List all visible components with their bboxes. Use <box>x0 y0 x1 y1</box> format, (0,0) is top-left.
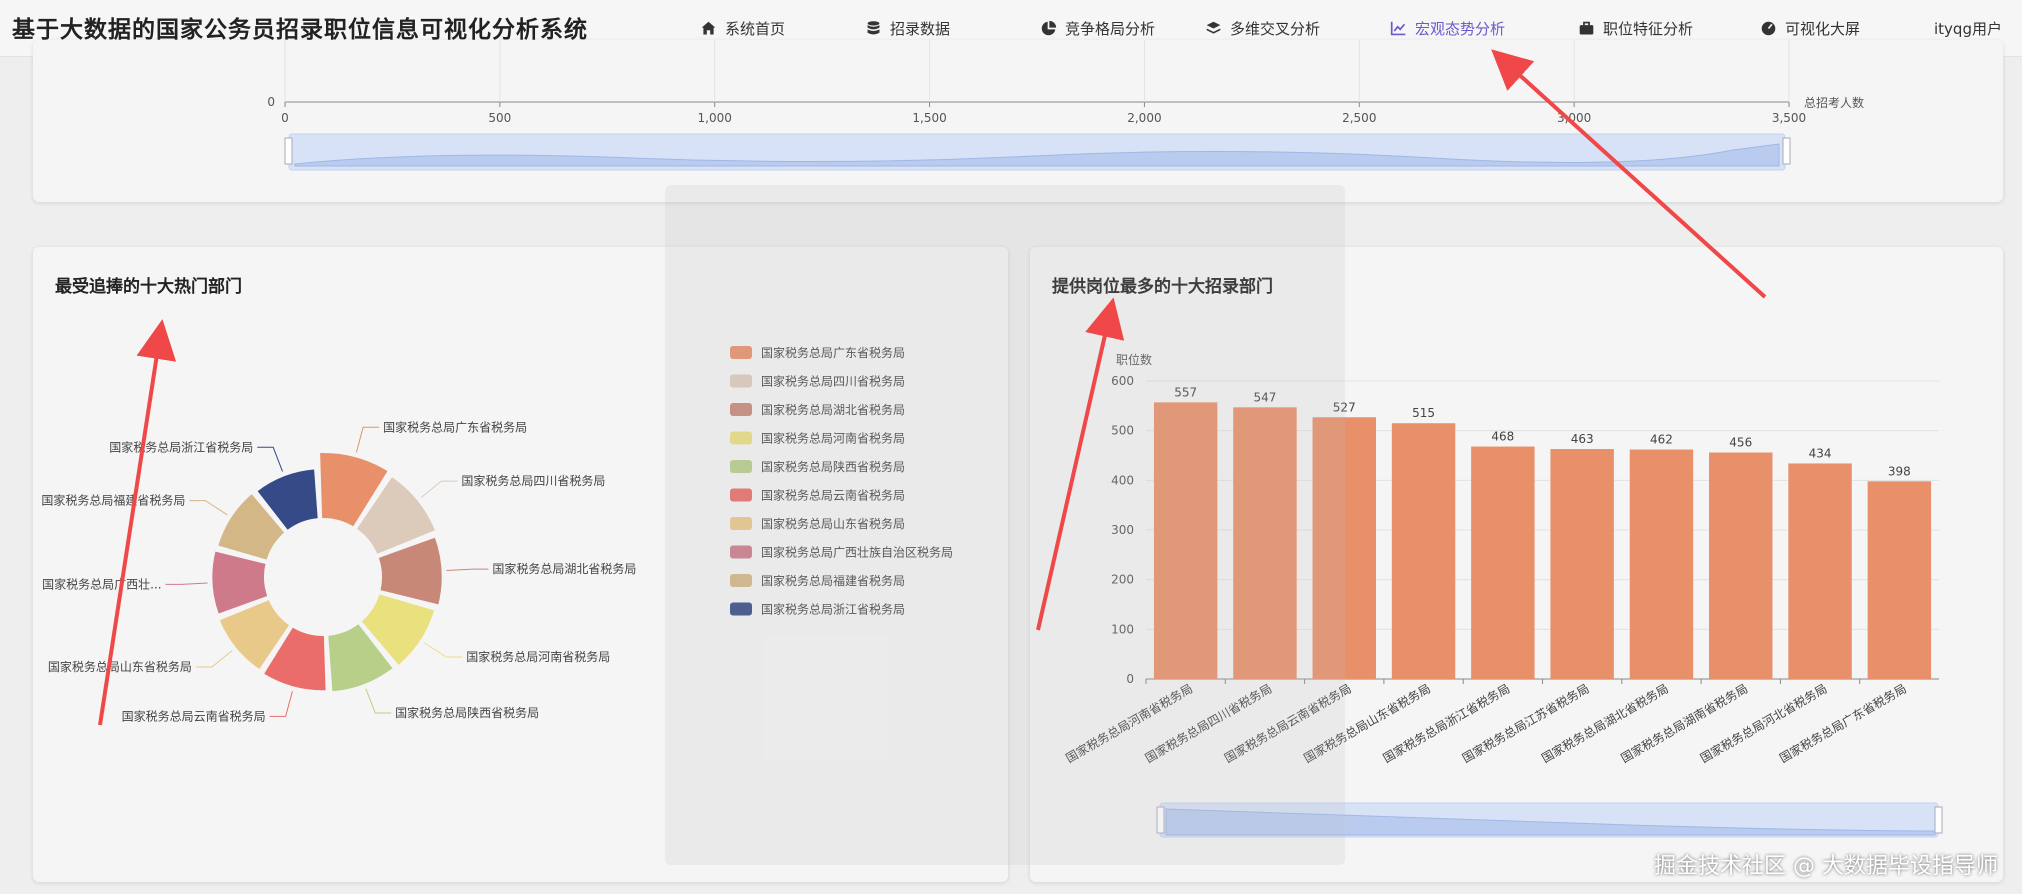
bar[interactable] <box>1550 449 1614 679</box>
watermark-text: 掘金技术社区 @ 大数据毕设指导师 <box>1654 854 1998 879</box>
bar[interactable] <box>1709 452 1773 679</box>
pie-slice-label: 国家税务总局广西壮... <box>42 576 161 591</box>
pie-slice-label: 国家税务总局福建省税务局 <box>41 493 185 508</box>
x-tick-label: 3,500 <box>1772 111 1806 125</box>
x-tick-label: 国家税务总局江苏省税务局 <box>1459 681 1591 766</box>
datazoom-handle-left[interactable] <box>284 137 293 165</box>
pie-slice-label: 国家税务总局陕西省税务局 <box>395 705 539 720</box>
x-tick-label: 0 <box>281 111 289 125</box>
pie-label-line <box>420 480 458 498</box>
top-chart-panel: 0 0 500 1,000 1,500 2,000 2,500 3,000 3,500 总招考人数 <box>33 40 2003 202</box>
pie-slice-label: 国家税务总局广东省税务局 <box>383 419 527 434</box>
bar-data-label: 456 <box>1729 436 1752 450</box>
pie-label-line <box>189 500 228 516</box>
line-chart-icon <box>1390 21 1406 35</box>
datazoom-slider[interactable] <box>284 133 1791 171</box>
bar-data-label: 468 <box>1491 430 1514 444</box>
bar[interactable] <box>1471 446 1535 679</box>
bar-data-label: 515 <box>1412 406 1435 420</box>
app-title: 基于大数据的国家公务员招录职位信息可视化分析系统 <box>12 16 588 43</box>
pie-label-line <box>269 691 293 717</box>
bar-data-label: 463 <box>1571 432 1594 446</box>
bar-data-label: 462 <box>1650 433 1673 447</box>
bar[interactable] <box>1391 423 1456 679</box>
background-overlay <box>665 185 1345 865</box>
home-icon <box>701 21 716 34</box>
nav-item-label: 职位特征分析 <box>1603 19 1694 38</box>
pie-chart-icon <box>1041 20 1057 35</box>
pie-label-line <box>365 688 392 714</box>
nav-item-label: 可视化大屏 <box>1785 19 1861 38</box>
briefcase-icon <box>1579 21 1594 34</box>
pie-label-line <box>446 568 489 572</box>
x-tick-label: 2,000 <box>1127 111 1161 125</box>
dashboard-icon <box>1761 21 1776 35</box>
nav-item-label: 招录数据 <box>890 19 951 38</box>
pie-label-line <box>165 582 208 585</box>
x-tick-label: 国家税务总局湖北省税务局 <box>1539 681 1671 766</box>
datazoom-handle-right[interactable] <box>1934 806 1943 834</box>
x-tick-label: 1,000 <box>698 111 732 125</box>
top-line-chart: 00 500 1,000 1,500 2,000 2,500 3,000 3,500总招考人数 <box>267 40 1864 171</box>
x-tick-label: 国家税务总局广东省税务局 <box>1777 681 1909 766</box>
nav-item-label: 多维交叉分析 <box>1230 19 1321 38</box>
pie-slice-label: 国家税务总局浙江省税务局 <box>109 439 253 454</box>
x-tick-label: 国家税务总局浙江省税务局 <box>1380 681 1512 766</box>
x-tick-label: 3,000 <box>1557 111 1591 125</box>
pie-slice-label: 国家税务总局云南省税务局 <box>122 708 266 723</box>
database-icon <box>867 20 880 34</box>
datazoom-handle-right[interactable] <box>1782 137 1791 165</box>
bar-data-label: 398 <box>1888 464 1911 478</box>
bar-data-label: 434 <box>1809 446 1832 460</box>
y-tick-label: 0 <box>267 95 275 109</box>
pie-slice-label: 国家税务总局河南省税务局 <box>466 649 610 664</box>
pie-label-line <box>195 650 233 668</box>
nav-item-label: 宏观态势分析 <box>1415 19 1506 38</box>
x-tick-label: 国家税务总局河北省税务局 <box>1697 681 1829 766</box>
pie-slices <box>210 451 444 694</box>
pie-label-line <box>355 426 380 453</box>
nav-item-label: 竞争格局分析 <box>1065 19 1156 38</box>
x-axis-label: 总招考人数 <box>1804 95 1864 110</box>
bar[interactable] <box>1867 481 1932 679</box>
bar[interactable] <box>1629 449 1694 679</box>
pie-label-line <box>257 446 283 472</box>
nav-item-label: 系统首页 <box>725 19 786 38</box>
x-tick-label: 1,500 <box>912 111 946 125</box>
bar[interactable] <box>1788 463 1852 679</box>
pie-label-line <box>424 642 463 658</box>
pie-slice-label: 国家税务总局山东省税务局 <box>48 659 192 674</box>
layers-icon <box>1206 21 1221 34</box>
x-tick-label: 国家税务总局湖南省税务局 <box>1618 681 1750 766</box>
x-tick-label: 2,500 <box>1342 111 1376 125</box>
x-tick-label: 500 <box>488 111 511 125</box>
pie-slice-label: 国家税务总局湖北省税务局 <box>492 561 636 576</box>
pie-slice-label: 国家税务总局四川省税务局 <box>461 473 605 488</box>
